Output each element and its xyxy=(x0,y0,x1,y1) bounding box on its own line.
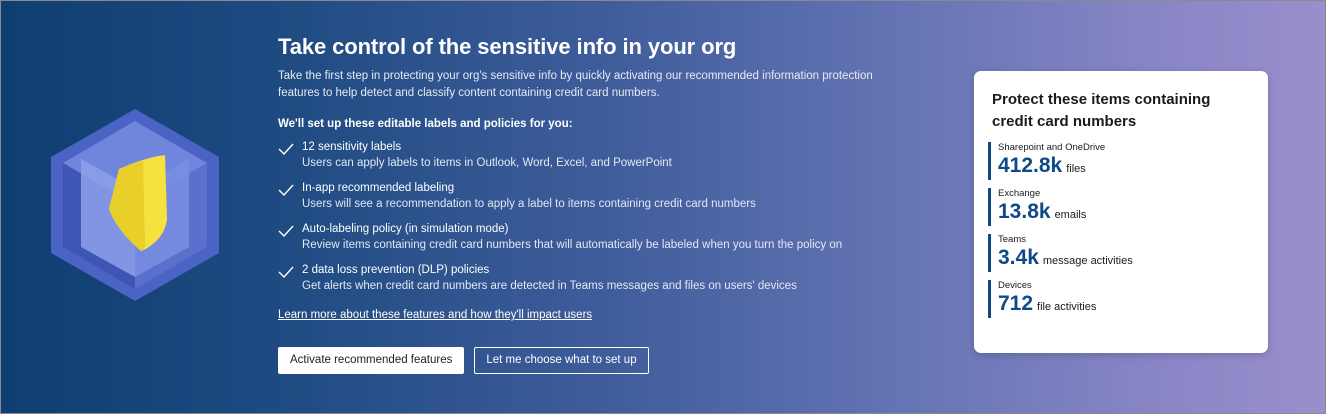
shield-cube-icon xyxy=(51,109,219,301)
stat-unit: file activities xyxy=(1037,301,1097,313)
stat-exchange: Exchange 13.8k emails xyxy=(988,188,1250,226)
feature-title: Auto-labeling policy (in simulation mode… xyxy=(302,223,509,235)
feature-description: Users will see a recommendation to apply… xyxy=(302,198,756,210)
feature-description: Users can apply labels to items in Outlo… xyxy=(302,157,672,169)
stat-devices: Devices 712 file activities xyxy=(988,280,1250,318)
stat-value: 13.8k xyxy=(998,200,1051,223)
stat-sharepoint-onedrive: Sharepoint and OneDrive 412.8k files xyxy=(988,142,1250,180)
stat-unit: files xyxy=(1066,163,1086,175)
stat-value: 712 xyxy=(998,292,1034,315)
banner-content: Take control of the sensitive info in yo… xyxy=(278,34,918,374)
protection-banner: Take control of the sensitive info in yo… xyxy=(0,0,1326,414)
feature-description: Get alerts when credit card numbers are … xyxy=(302,280,797,292)
activate-recommended-button[interactable]: Activate recommended features xyxy=(278,347,465,374)
setup-heading: We'll set up these editable labels and p… xyxy=(278,118,573,130)
action-buttons: Activate recommended features Let me cho… xyxy=(278,347,918,374)
checkmark-icon xyxy=(278,266,294,278)
stat-unit: emails xyxy=(1054,209,1087,221)
checkmark-icon xyxy=(278,184,294,196)
stat-teams: Teams 3.4k message activities xyxy=(988,234,1250,272)
feature-description: Review items containing credit card numb… xyxy=(302,239,843,251)
feature-title: 12 sensitivity labels xyxy=(302,141,402,153)
intro-text: Take the first step in protecting your o… xyxy=(278,70,873,99)
feature-item: 12 sensitivity labels Users can apply la… xyxy=(278,140,918,181)
card-title: Protect these items containing credit ca… xyxy=(992,91,1211,130)
summary-card: Protect these items containing credit ca… xyxy=(974,71,1268,353)
learn-more-link[interactable]: Learn more about these features and how … xyxy=(278,307,592,323)
stat-value: 412.8k xyxy=(998,154,1063,177)
checkmark-icon xyxy=(278,225,294,237)
feature-title: In-app recommended labeling xyxy=(302,182,455,194)
feature-item: Auto-labeling policy (in simulation mode… xyxy=(278,222,918,263)
feature-item: In-app recommended labeling Users will s… xyxy=(278,181,918,222)
stat-value: 3.4k xyxy=(998,246,1039,269)
page-title: Take control of the sensitive info in yo… xyxy=(278,34,737,59)
stats-list: Sharepoint and OneDrive 412.8k files Exch… xyxy=(988,142,1250,318)
choose-setup-button[interactable]: Let me choose what to set up xyxy=(474,347,649,374)
feature-title: 2 data loss prevention (DLP) policies xyxy=(302,264,490,276)
checkmark-icon xyxy=(278,143,294,155)
stat-unit: message activities xyxy=(1042,255,1133,267)
feature-item: 2 data loss prevention (DLP) policies Ge… xyxy=(278,263,918,304)
feature-list: 12 sensitivity labels Users can apply la… xyxy=(278,140,918,304)
